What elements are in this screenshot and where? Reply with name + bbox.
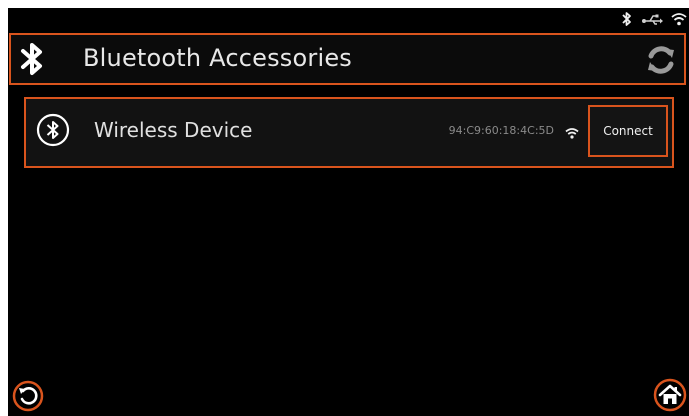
home-button[interactable] [653, 378, 687, 412]
usb-icon [641, 12, 663, 26]
device-name: Wireless Device [94, 118, 253, 142]
bluetooth-icon [621, 11, 633, 27]
device-mac-address: 94:C9:60:18:4C:5D [448, 124, 554, 137]
page-title: Bluetooth Accessories [83, 44, 352, 72]
bluetooth-circle-icon [36, 113, 70, 151]
page-header: Bluetooth Accessories [9, 33, 686, 85]
refresh-button[interactable] [642, 41, 680, 79]
back-icon [12, 380, 44, 412]
wifi-icon [671, 12, 687, 26]
screen: Bluetooth Accessories Wireless Device 94… [8, 8, 689, 416]
home-icon [653, 378, 687, 412]
status-bar [621, 8, 689, 30]
bluetooth-icon [19, 42, 47, 80]
connect-button[interactable]: Connect [588, 105, 668, 157]
device-list-item[interactable]: Wireless Device 94:C9:60:18:4C:5D Connec… [24, 97, 674, 168]
back-button[interactable] [12, 380, 44, 412]
wifi-signal-icon [565, 124, 579, 143]
refresh-icon [648, 46, 674, 74]
